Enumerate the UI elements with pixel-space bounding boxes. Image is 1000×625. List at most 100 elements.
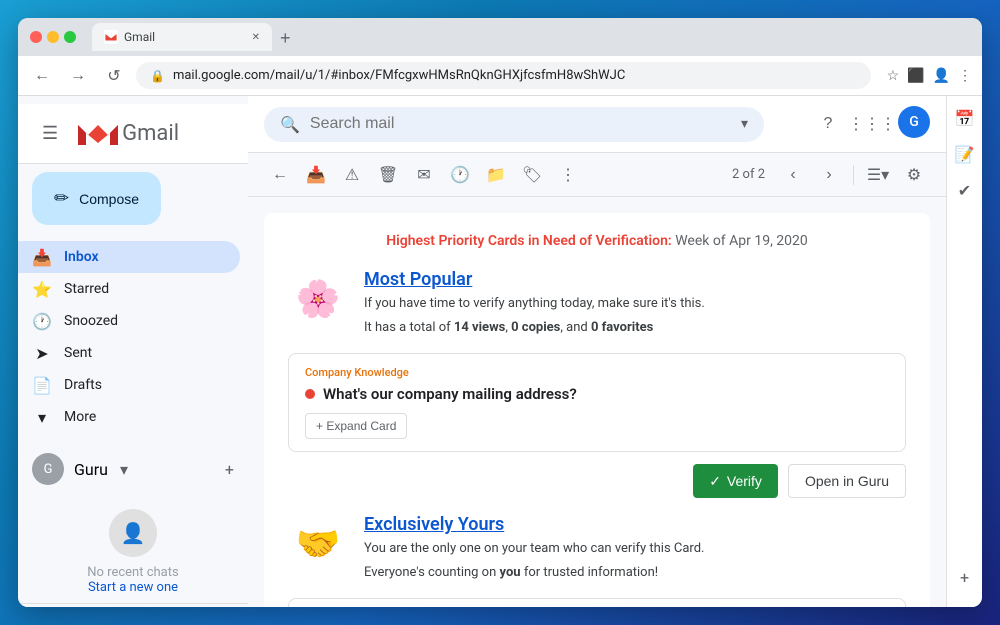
no-recent-chats-text: No recent chats [32, 565, 234, 580]
exclusively-yours-title[interactable]: Exclusively Yours [364, 514, 906, 535]
new-tab-button[interactable]: + [274, 26, 297, 51]
you-text: you [500, 565, 521, 580]
sidebar-item-sent[interactable]: ➤ Sent [18, 337, 240, 369]
most-popular-content: Most Popular If you have time to verify … [364, 269, 906, 337]
tab-close-button[interactable]: ✕ [252, 32, 260, 43]
menu-icon[interactable]: ⋮ [958, 68, 972, 84]
forward-button[interactable]: → [64, 62, 92, 90]
refresh-button[interactable]: ↺ [100, 62, 128, 90]
question-dot-1 [305, 389, 315, 399]
section-divider [288, 498, 906, 514]
close-button[interactable] [30, 31, 42, 43]
sidebar-item-inbox[interactable]: 📥 Inbox [18, 241, 240, 273]
title-bar: Gmail ✕ + [18, 18, 982, 56]
right-gmail-panel: 📅 📝 ✔ + [946, 96, 982, 607]
right-panel-tasks-icon[interactable]: ✔ [951, 176, 979, 204]
right-panel-add-icon[interactable]: + [951, 563, 979, 591]
email-toolbar: ← 📥 ⚠ 🗑 ✉ 🕐 📁 🏷 ⋮ 2 of 2 ‹ › ☰▾ ⚙ [248, 153, 946, 197]
back-button[interactable]: ← [28, 62, 56, 90]
search-input[interactable] [310, 115, 731, 133]
sidebar-item-sent-label: Sent [64, 345, 92, 361]
spam-button[interactable]: ⚠ [336, 159, 368, 191]
sidebar-item-more-label: More [64, 409, 96, 425]
user-profile-avatar[interactable]: G [898, 106, 930, 138]
maximize-button[interactable] [64, 31, 76, 43]
mark-unread-button[interactable]: ✉ [408, 159, 440, 191]
gmail-m-icon [78, 121, 118, 147]
inbox-icon: 📥 [32, 248, 52, 267]
verify-button-1[interactable]: ✓ Verify [693, 464, 778, 498]
most-popular-title[interactable]: Most Popular [364, 269, 906, 290]
sidebar-user[interactable]: G Guru ▾ + [32, 449, 234, 489]
extensions-icon[interactable]: ⬛ [907, 68, 924, 84]
sidebar-item-snoozed[interactable]: 🕐 Snoozed [18, 305, 240, 337]
priority-heading-text: Highest Priority Cards in Need of Verifi… [386, 233, 672, 249]
active-tab[interactable]: Gmail ✕ [92, 23, 272, 51]
minimize-button[interactable] [47, 31, 59, 43]
chat-avatar: 👤 [109, 509, 157, 557]
email-count: 2 of 2 [732, 167, 765, 182]
expand-card-button-1[interactable]: + Expand Card [305, 413, 407, 439]
delete-button[interactable]: 🗑 [372, 159, 404, 191]
card-tag-1: Company Knowledge [305, 366, 889, 379]
open-guru-button-1[interactable]: Open in Guru [788, 464, 906, 498]
more-actions-button[interactable]: ⋮ [552, 159, 584, 191]
sidebar: ☰ Gmail ✏ Compose 📥 Inbo [18, 96, 248, 607]
sidebar-bottom: 👤 📍 📞 [18, 603, 248, 607]
user-avatar-small: G [32, 453, 64, 485]
copies-count: 0 copies [511, 320, 560, 335]
search-dropdown-icon[interactable]: ▾ [741, 116, 748, 132]
hamburger-button[interactable]: ☰ [34, 115, 66, 152]
sent-icon: ➤ [32, 344, 52, 363]
sidebar-item-snoozed-label: Snoozed [64, 313, 118, 329]
label-button[interactable]: 🏷 [516, 159, 548, 191]
url-bar[interactable]: 🔒 mail.google.com/mail/u/1/#inbox/FMfcgx… [136, 62, 871, 89]
card-exclusively-yours: 🤝 Exclusively Yours You are the only one… [288, 514, 906, 582]
verify-icon-1: ✓ [709, 473, 721, 490]
profile-menu-icon[interactable]: 👤 [933, 68, 950, 84]
snooze-button[interactable]: 🕐 [444, 159, 476, 191]
view-options-button[interactable]: ☰▾ [862, 159, 894, 191]
card-actions-1: ✓ Verify Open in Guru [288, 464, 906, 498]
exclusively-yours-desc2: Everyone's counting on you for trusted i… [364, 563, 906, 583]
gmail-favicon-icon [104, 30, 118, 44]
address-bar: ← → ↺ 🔒 mail.google.com/mail/u/1/#inbox/… [18, 56, 982, 96]
bookmark-icon[interactable]: ☆ [887, 68, 900, 84]
search-bar[interactable]: 🔍 ▾ [264, 107, 764, 142]
email-container: Highest Priority Cards in Need of Verifi… [264, 213, 930, 607]
back-to-inbox-button[interactable]: ← [264, 159, 296, 191]
drafts-icon: 📄 [32, 376, 52, 395]
archive-button[interactable]: 📥 [300, 159, 332, 191]
verify-label-1: Verify [727, 473, 762, 489]
header-right-icons: ? ⋮⋮⋮ G [810, 106, 930, 142]
prev-email-button[interactable]: ‹ [777, 159, 809, 191]
sidebar-item-starred[interactable]: ⭐ Starred [18, 273, 240, 305]
sidebar-nav: 📥 Inbox ⭐ Starred 🕐 Snoozed ➤ Sent 📄 [18, 241, 248, 433]
start-new-chat-link[interactable]: Start a new one [88, 580, 178, 595]
compose-button[interactable]: ✏ Compose [32, 172, 161, 225]
sidebar-item-starred-label: Starred [64, 281, 109, 297]
right-panel-calendar-icon[interactable]: 📅 [951, 104, 979, 132]
views-count: 14 views [454, 320, 505, 335]
search-icon: 🔍 [280, 115, 300, 134]
apps-button[interactable]: ⋮⋮⋮ [854, 106, 890, 142]
sidebar-item-drafts[interactable]: 📄 Drafts [18, 369, 240, 401]
compose-label: Compose [79, 191, 139, 207]
gmail-title: Gmail [122, 121, 179, 146]
sidebar-item-more[interactable]: ▾ More [18, 401, 240, 433]
help-button[interactable]: ? [810, 106, 846, 142]
most-popular-stats: It has a total of 14 views, 0 copies, an… [364, 318, 906, 338]
right-panel-notes-icon[interactable]: 📝 [951, 140, 979, 168]
settings-button[interactable]: ⚙ [898, 159, 930, 191]
star-icon: ⭐ [32, 280, 52, 299]
email-body: Highest Priority Cards in Need of Verifi… [248, 197, 946, 607]
move-button[interactable]: 📁 [480, 159, 512, 191]
exclusively-yours-desc: You are the only one on your team who ca… [364, 539, 906, 559]
url-text: mail.google.com/mail/u/1/#inbox/FMfcgxwH… [173, 68, 625, 83]
sidebar-item-drafts-label: Drafts [64, 377, 102, 393]
traffic-lights [30, 31, 76, 43]
next-email-button[interactable]: › [813, 159, 845, 191]
add-account-icon[interactable]: + [225, 460, 234, 479]
question-text-1: What's our company mailing address? [323, 385, 577, 403]
card-most-popular: 🌸 Most Popular If you have time to verif… [288, 269, 906, 337]
